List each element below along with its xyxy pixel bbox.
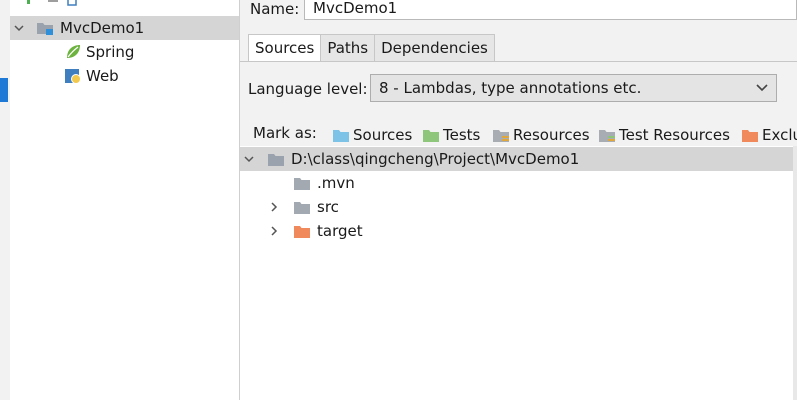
tab-sources[interactable]: Sources xyxy=(248,34,322,62)
content-root-tree: D:\class\qingcheng\Project\MvcDemo1 .mvn… xyxy=(240,146,793,400)
folder-icon xyxy=(294,201,310,214)
tree-item-mvcdemo1[interactable]: MvcDemo1 xyxy=(10,16,239,40)
tree-item-label: MvcDemo1 xyxy=(60,19,145,37)
test-resources-folder-icon xyxy=(599,129,615,142)
spring-leaf-icon xyxy=(67,45,80,58)
tree-item-src[interactable]: src xyxy=(240,195,793,219)
excluded-folder-icon xyxy=(742,129,758,142)
tree-item-label: Spring xyxy=(86,43,135,61)
mark-tests-button[interactable]: Tests xyxy=(422,124,480,146)
tree-item-web[interactable]: Web xyxy=(10,64,239,88)
chevron-right-icon[interactable] xyxy=(267,200,281,214)
tab-divider xyxy=(240,61,797,62)
tree-item-label: src xyxy=(317,198,339,216)
chevron-down-icon[interactable] xyxy=(242,152,256,166)
sources-folder-icon xyxy=(333,129,349,142)
folder-icon xyxy=(294,177,310,190)
excluded-folder-icon xyxy=(294,225,310,238)
language-level-select[interactable]: 8 - Lambdas, type annotations etc. xyxy=(370,74,777,102)
module-settings-panel: Name: MvcDemo1 Sources Paths Dependencie… xyxy=(240,0,797,400)
tree-item-mvn[interactable]: .mvn xyxy=(240,171,793,195)
scrollbar[interactable] xyxy=(793,146,797,400)
mark-test-resources-button[interactable]: Test Resources xyxy=(598,124,730,146)
toolbar-icons[interactable] xyxy=(20,0,80,6)
tab-bar: Sources Paths Dependencies xyxy=(248,34,495,62)
chevron-right-icon[interactable] xyxy=(267,224,281,238)
mark-as-label: Mark as: xyxy=(253,124,317,142)
tree-item-target[interactable]: target xyxy=(240,219,793,243)
folder-icon xyxy=(268,153,284,166)
tree-item-label: target xyxy=(317,222,363,240)
web-facet-icon xyxy=(65,69,81,84)
mark-excluded-button[interactable]: Exclu xyxy=(741,124,797,146)
language-level-label: Language level: xyxy=(248,80,368,98)
mark-resources-button[interactable]: Resources xyxy=(492,124,590,146)
chevron-down-icon[interactable] xyxy=(12,21,26,35)
tests-folder-icon xyxy=(423,129,439,142)
tree-item-spring[interactable]: Spring xyxy=(10,40,239,64)
tree-item-label: Web xyxy=(86,67,119,85)
module-folder-icon xyxy=(37,23,53,35)
tree-item-label: .mvn xyxy=(317,174,355,192)
module-name-input[interactable]: MvcDemo1 xyxy=(304,0,797,20)
tab-dependencies[interactable]: Dependencies xyxy=(374,34,495,61)
name-label: Name: xyxy=(250,0,300,18)
content-root-path: D:\class\qingcheng\Project\MvcDemo1 xyxy=(291,150,580,168)
mark-sources-button[interactable]: Sources xyxy=(332,124,412,146)
rail-accent xyxy=(0,78,8,102)
tab-paths[interactable]: Paths xyxy=(320,34,376,61)
module-tree-panel: MvcDemo1 Spring Web xyxy=(10,0,240,400)
chevron-down-icon xyxy=(756,84,768,92)
content-root-row[interactable]: D:\class\qingcheng\Project\MvcDemo1 xyxy=(240,147,793,171)
resources-folder-icon xyxy=(493,129,509,142)
language-level-value: 8 - Lambdas, type annotations etc. xyxy=(379,79,642,97)
